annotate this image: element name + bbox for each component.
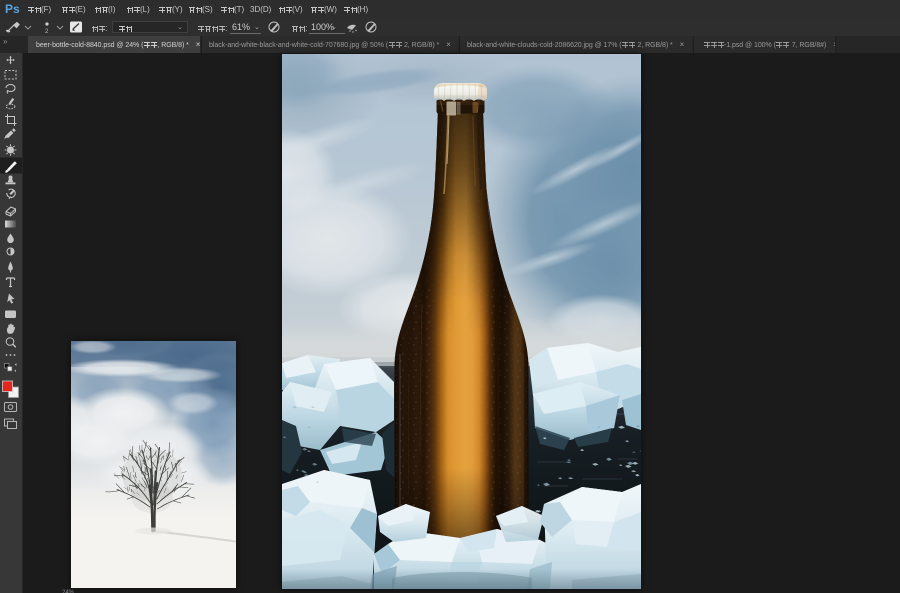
svg-text:2: 2 [45, 29, 49, 35]
